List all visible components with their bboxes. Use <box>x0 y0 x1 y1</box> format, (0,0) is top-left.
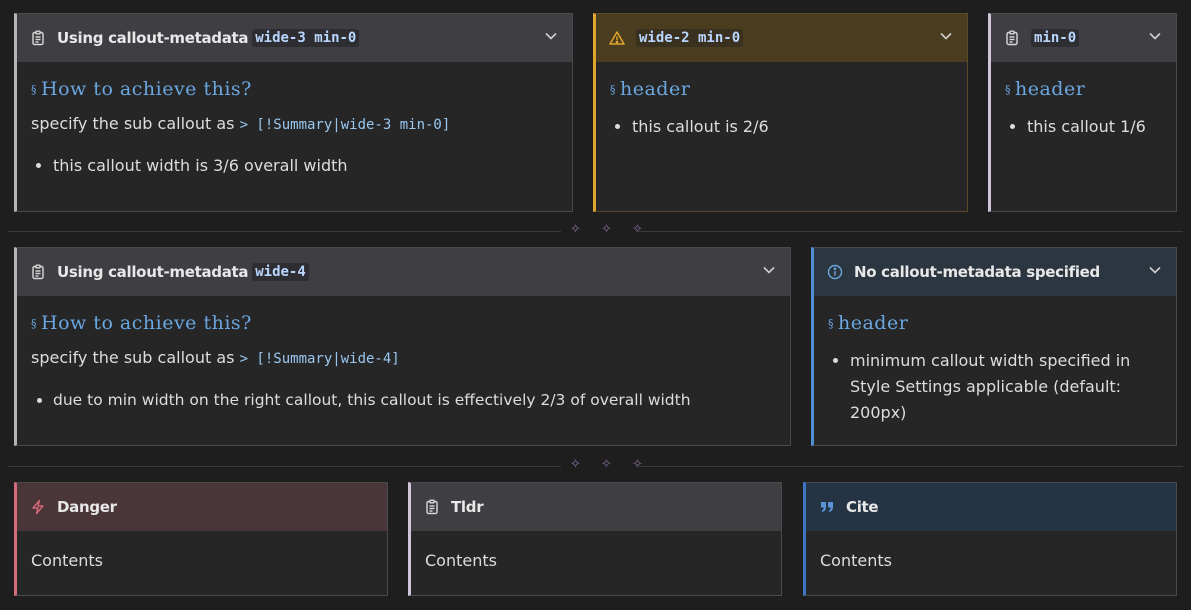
callout-cite: Cite Contents <box>803 482 1177 596</box>
callout-title[interactable]: min-0 <box>991 14 1176 62</box>
callout-summary-wide3: Using callout-metadata wide-3 min-0 § How… <box>14 13 573 212</box>
list-item: due to min width on the right callout, t… <box>53 387 776 413</box>
bullet-list: this callout width is 3/6 overall width <box>31 153 558 179</box>
bullet-list: due to min width on the right callout, t… <box>31 387 776 413</box>
callout-title-text: No callout-metadata specified <box>854 263 1100 281</box>
clipboard-icon <box>29 29 47 47</box>
callout-title[interactable]: Danger <box>17 483 387 531</box>
clipboard-icon <box>423 498 441 516</box>
chevron-down-icon[interactable] <box>762 263 776 277</box>
bullet-list: this callout 1/6 <box>1005 114 1162 140</box>
chevron-down-icon[interactable] <box>1148 263 1162 277</box>
callout-title-text: Using callout-metadata <box>57 29 249 47</box>
clipboard-icon <box>1003 29 1021 47</box>
inline-code: > [!Summary|wide-3 min-0] <box>239 117 451 133</box>
title-code: wide-2 min-0 <box>636 29 744 47</box>
chevron-down-icon[interactable] <box>544 29 558 43</box>
callout-title[interactable]: No callout-metadata specified <box>814 248 1176 296</box>
heading-marker: § <box>828 316 834 330</box>
list-item: this callout is 2/6 <box>632 114 953 140</box>
callout-title-text: Using callout-metadata <box>57 263 249 281</box>
list-item: minimum callout width specified in Style… <box>850 348 1162 426</box>
heading-text: header <box>838 312 909 334</box>
callout-summary-wide4: Using callout-metadata wide-4 § How to ac… <box>14 247 791 446</box>
title-code: min-0 <box>1031 29 1080 47</box>
list-item: this callout width is 3/6 overall width <box>53 153 558 179</box>
callout-summary-min0: min-0 § header this callout 1/6 <box>988 13 1177 212</box>
separator-line <box>8 231 561 232</box>
title-code: wide-3 min-0 <box>252 29 360 47</box>
callout-contents: Contents <box>820 551 892 570</box>
callout-title[interactable]: wide-2 min-0 <box>596 14 967 62</box>
chevron-down-icon[interactable] <box>1148 29 1162 43</box>
description: specify the sub callout as > [!Summary|w… <box>31 348 776 367</box>
callout-warning-wide2: wide-2 min-0 § header this callout is 2/6 <box>593 13 968 212</box>
info-circle-icon <box>826 263 844 281</box>
separator-stars: ✧ ✧ ✧ <box>570 457 651 472</box>
heading-text: header <box>1015 78 1086 100</box>
bullet-list: minimum callout width specified in Style… <box>828 348 1162 426</box>
title-code: wide-4 <box>252 263 309 281</box>
callout-title[interactable]: Using callout-metadata wide-3 min-0 <box>17 14 572 62</box>
heading-marker: § <box>31 316 37 330</box>
callout-title-text: Danger <box>57 498 117 516</box>
section-heading: § How to achieve this? <box>31 78 558 100</box>
callout-contents: Contents <box>31 551 103 570</box>
section-heading: § header <box>610 78 953 100</box>
lightning-icon <box>29 498 47 516</box>
callout-title[interactable]: Cite <box>806 483 1176 531</box>
separator-line <box>8 466 561 467</box>
heading-marker: § <box>610 82 616 96</box>
description-text: specify the sub callout as <box>31 114 235 133</box>
separator-line <box>636 466 1183 467</box>
section-heading: § header <box>828 312 1162 334</box>
chevron-down-icon[interactable] <box>939 29 953 43</box>
separator-line <box>636 231 1183 232</box>
heading-text: header <box>620 78 691 100</box>
description-text: specify the sub callout as <box>31 348 235 367</box>
heading-text: How to achieve this? <box>41 78 252 100</box>
callout-danger: Danger Contents <box>14 482 388 596</box>
quote-icon <box>818 498 836 516</box>
inline-code: > [!Summary|wide-4] <box>239 351 400 367</box>
heading-marker: § <box>1005 82 1011 96</box>
callout-tldr: Tldr Contents <box>408 482 782 596</box>
callout-title-text: Tldr <box>451 498 484 516</box>
callout-title[interactable]: Tldr <box>411 483 781 531</box>
callout-info: No callout-metadata specified § header mi… <box>811 247 1177 446</box>
list-item: this callout 1/6 <box>1027 114 1162 140</box>
heading-text: How to achieve this? <box>41 312 252 334</box>
callout-contents: Contents <box>425 551 497 570</box>
heading-marker: § <box>31 82 37 96</box>
description: specify the sub callout as > [!Summary|w… <box>31 114 558 133</box>
callout-title-text: Cite <box>846 498 879 516</box>
callout-title[interactable]: Using callout-metadata wide-4 <box>17 248 790 296</box>
warning-triangle-icon <box>608 29 626 47</box>
section-heading: § header <box>1005 78 1162 100</box>
clipboard-icon <box>29 263 47 281</box>
separator-stars: ✧ ✧ ✧ <box>570 222 651 237</box>
bullet-list: this callout is 2/6 <box>610 114 953 140</box>
section-heading: § How to achieve this? <box>31 312 776 334</box>
